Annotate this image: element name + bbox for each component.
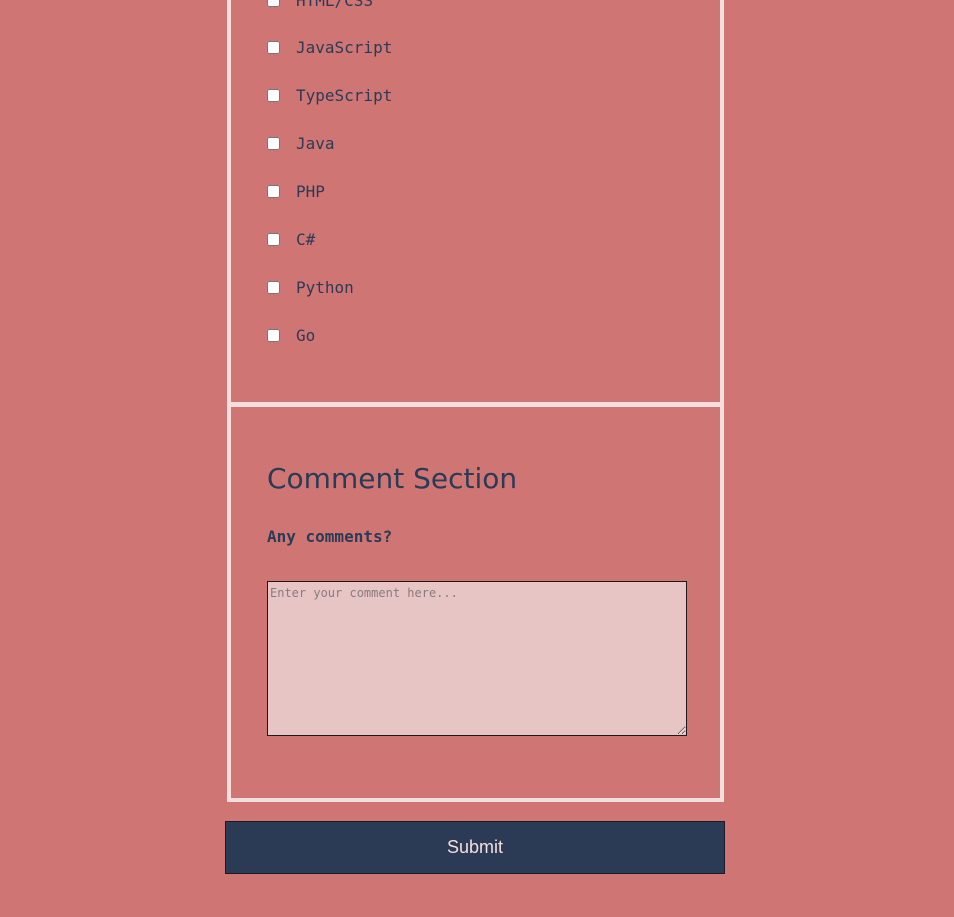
checkbox-go[interactable] (267, 328, 280, 342)
checkbox-typescript[interactable] (267, 88, 280, 102)
checkbox-javascript[interactable] (267, 40, 280, 54)
comment-section-title: Comment Section (267, 462, 518, 495)
comment-textarea[interactable] (267, 581, 687, 736)
checkbox-html-css[interactable] (267, 0, 280, 7)
language-option-php[interactable]: PHP (267, 181, 325, 201)
checkbox-php[interactable] (267, 184, 280, 198)
language-option-javascript[interactable]: JavaScript (267, 37, 392, 57)
languages-panel (227, 0, 724, 406)
language-label: JavaScript (296, 37, 393, 57)
submit-button[interactable]: Submit (225, 821, 725, 874)
language-option-go[interactable]: Go (267, 325, 315, 345)
language-label: Python (296, 277, 354, 297)
language-label: HTML/CSS (296, 0, 374, 10)
language-label: C# (296, 229, 316, 249)
checkbox-java[interactable] (267, 136, 280, 150)
language-label: TypeScript (296, 85, 393, 105)
language-option-typescript[interactable]: TypeScript (267, 85, 392, 105)
language-option-html-css[interactable]: HTML/CSS (267, 0, 373, 10)
language-option-python[interactable]: Python (267, 277, 354, 297)
language-label: Java (296, 133, 335, 153)
comment-question-label: Any comments? (267, 527, 393, 546)
language-label: Go (296, 325, 316, 345)
checkbox-python[interactable] (267, 280, 280, 294)
language-option-csharp[interactable]: C# (267, 229, 315, 249)
language-label: PHP (296, 181, 325, 201)
checkbox-csharp[interactable] (267, 232, 280, 246)
language-option-java[interactable]: Java (267, 133, 335, 153)
